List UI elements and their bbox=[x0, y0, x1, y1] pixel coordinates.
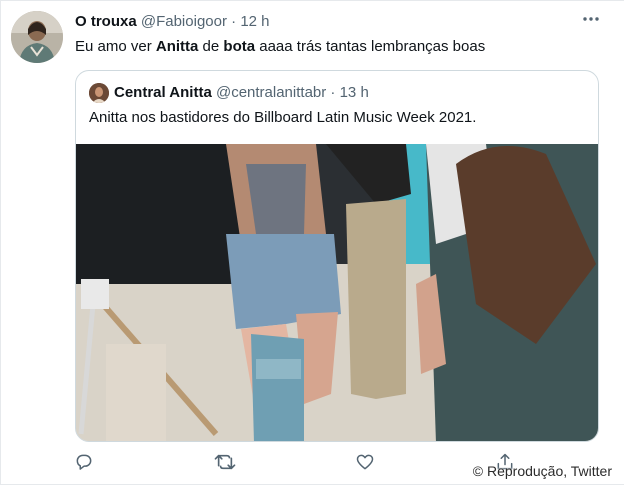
quoted-tweet[interactable]: Central Anitta @centralanittabr · 13 h A… bbox=[75, 70, 599, 442]
quoted-header: Central Anitta @centralanittabr · 13 h bbox=[114, 83, 369, 103]
quoted-handle[interactable]: @centralanittabr bbox=[216, 84, 326, 101]
image-credit: © Reprodução, Twitter bbox=[472, 463, 612, 479]
tweet-text-part: aaaa trás tantas lembranças boas bbox=[255, 38, 486, 55]
tweet-header: O trouxa @Fabioigoor · 12 h bbox=[75, 12, 270, 32]
quoted-timestamp[interactable]: 13 h bbox=[340, 84, 369, 101]
more-horizontal-icon[interactable] bbox=[581, 9, 601, 34]
quoted-photo[interactable] bbox=[76, 144, 598, 441]
user-handle[interactable]: @Fabioigoor bbox=[141, 13, 227, 30]
tweet-timestamp[interactable]: 12 h bbox=[240, 13, 269, 30]
separator-dot: · bbox=[231, 13, 237, 30]
quoted-text: Anitta nos bastidores do Billboard Latin… bbox=[89, 109, 477, 126]
tweet-text-bold: Anitta bbox=[155, 38, 199, 55]
reply-icon[interactable] bbox=[71, 449, 97, 475]
quoted-display-name[interactable]: Central Anitta bbox=[114, 84, 212, 101]
tweet-text-part: de bbox=[198, 38, 224, 55]
tweet-text-bold: bota bbox=[223, 38, 256, 55]
like-icon[interactable] bbox=[352, 449, 378, 475]
tweet-text: Eu amo ver Anitta de bota aaaa trás tant… bbox=[75, 37, 485, 57]
retweet-icon[interactable] bbox=[212, 449, 238, 475]
display-name[interactable]: O trouxa bbox=[75, 13, 137, 30]
quoted-user-avatar[interactable] bbox=[89, 83, 109, 103]
user-avatar[interactable] bbox=[11, 11, 63, 63]
tweet-text-part: Eu amo ver bbox=[75, 38, 156, 55]
tweet-card[interactable]: O trouxa @Fabioigoor · 12 h Eu amo ver A… bbox=[0, 0, 624, 485]
separator-dot: · bbox=[330, 84, 336, 101]
